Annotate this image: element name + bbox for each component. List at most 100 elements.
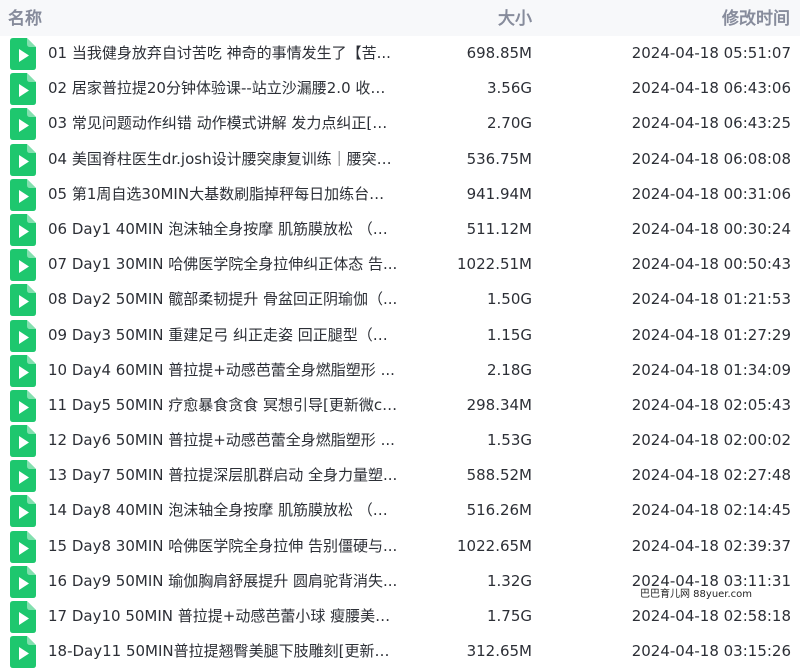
video-file-icon (10, 284, 36, 317)
file-row[interactable]: 07 Day1 30MIN 哈佛医学院全身拉伸纠正体态 告... 1022.51M… (0, 247, 800, 282)
file-modified-time: 2024-04-18 02:00:02 (631, 431, 791, 450)
file-modified-time: 2024-04-18 03:15:26 (631, 642, 791, 661)
file-row[interactable]: 13 Day7 50MIN 普拉提深层肌群启动 全身力量塑... 588.52M 2… (0, 458, 800, 493)
video-file-icon-graphic (10, 108, 36, 141)
video-file-icon (10, 213, 36, 246)
video-file-icon-graphic (10, 178, 36, 211)
file-modified-time: 2024-04-18 06:43:25 (631, 114, 791, 133)
file-row[interactable]: 15 Day8 30MIN 哈佛医学院全身拉伸 告别僵硬与... 1022.65M… (0, 529, 800, 564)
file-size: 588.52M (466, 466, 532, 485)
file-size: 3.56G (486, 79, 532, 98)
video-file-icon-graphic (10, 460, 36, 493)
file-name[interactable]: 08 Day2 50MIN 髋部柔韧提升 骨盆回正阴瑜伽（... (48, 289, 398, 309)
file-modified-time: 2024-04-18 00:30:24 (631, 219, 791, 238)
video-file-icon (10, 178, 36, 211)
file-name[interactable]: 14 Day8 40MIN 泡沫轴全身按摩 肌筋膜放松 （复... (48, 500, 398, 520)
file-modified-time: 2024-04-18 06:08:08 (631, 149, 791, 168)
file-row[interactable]: 02 居家普拉提20分钟体验课--站立沙漏腰2.0 收出... 3.56G 2024… (0, 71, 800, 106)
file-row[interactable]: 12 Day6 50MIN 普拉提+动感芭蕾全身燃脂塑形 ... 1.53G 202… (0, 423, 800, 458)
file-row[interactable]: 18-Day11 50MIN普拉提翘臀美腿下肢雕刻[更新微... 312.65M 2… (0, 634, 800, 669)
video-file-icon-graphic (10, 636, 36, 669)
video-file-icon-graphic (10, 495, 36, 528)
file-name[interactable]: 03 常见问题动作纠错 动作模式讲解 发力点纠正[更... (48, 113, 398, 133)
file-size: 516.26M (466, 501, 532, 520)
video-file-icon-graphic (10, 38, 36, 70)
file-name[interactable]: 07 Day1 30MIN 哈佛医学院全身拉伸纠正体态 告... (48, 254, 398, 274)
file-name[interactable]: 13 Day7 50MIN 普拉提深层肌群启动 全身力量塑... (48, 465, 398, 485)
file-row[interactable]: 17 Day10 50MIN 普拉提+动感芭蕾小球 瘦腰美背... 1.75G 20… (0, 599, 800, 634)
file-modified-time: 2024-04-18 00:31:06 (631, 184, 791, 203)
watermark-text: 巴巴育儿网 88yuer.com (638, 589, 755, 601)
column-header-size[interactable]: 大小 (498, 8, 532, 30)
file-name[interactable]: 18-Day11 50MIN普拉提翘臀美腿下肢雕刻[更新微... (48, 641, 398, 661)
video-file-icon-graphic (10, 425, 36, 458)
video-file-icon (10, 38, 36, 70)
file-list-header: 名称 大小 修改时间 (0, 0, 800, 36)
file-size: 511.12M (466, 219, 532, 238)
file-name[interactable]: 01 当我健身放弃自讨苦吃 神奇的事情发生了【苦... (48, 43, 398, 63)
file-size: 1.32G (486, 571, 532, 590)
column-header-modified-time[interactable]: 修改时间 (722, 8, 790, 30)
file-name[interactable]: 12 Day6 50MIN 普拉提+动感芭蕾全身燃脂塑形 ... (48, 430, 398, 450)
video-file-icon-graphic (10, 213, 36, 246)
file-size: 1.53G (486, 431, 532, 450)
video-file-icon (10, 460, 36, 493)
file-size: 1.75G (486, 607, 532, 625)
video-file-icon (10, 354, 36, 387)
video-file-icon (10, 565, 36, 598)
file-row[interactable]: 06 Day1 40MIN 泡沫轴全身按摩 肌筋膜放松 （生... 511.12M… (0, 212, 800, 247)
video-file-icon (10, 319, 36, 352)
file-size: 698.85M (466, 44, 532, 62)
file-row[interactable]: 01 当我健身放弃自讨苦吃 神奇的事情发生了【苦... 698.85M 2024-0… (0, 36, 800, 71)
column-header-name[interactable]: 名称 (8, 8, 42, 30)
file-modified-time: 2024-04-18 02:27:48 (631, 466, 791, 485)
file-size: 941.94M (466, 184, 532, 203)
file-name[interactable]: 06 Day1 40MIN 泡沫轴全身按摩 肌筋膜放松 （生... (48, 219, 398, 239)
file-modified-time: 2024-04-18 01:27:29 (631, 325, 791, 344)
file-size: 1022.51M (457, 255, 532, 274)
file-row[interactable]: 11 Day5 50MIN 疗愈暴食贪食 冥想引导[更新微co... 298.34… (0, 388, 800, 423)
file-size: 1.50G (486, 290, 532, 309)
file-name[interactable]: 05 第1周自选30MIN大基数刷脂掉秤每日加练台阶... (48, 184, 398, 204)
video-file-icon-graphic (10, 319, 36, 352)
file-row[interactable]: 09 Day3 50MIN 重建足弓 纠正走姿 回正腿型（生... 1.15G 20… (0, 318, 800, 353)
file-name[interactable]: 15 Day8 30MIN 哈佛医学院全身拉伸 告别僵硬与... (48, 536, 398, 556)
file-row[interactable]: 10 Day4 60MIN 普拉提+动感芭蕾全身燃脂塑形 ... 2.18G 202… (0, 353, 800, 388)
file-modified-time: 2024-04-18 02:39:37 (631, 536, 791, 555)
video-file-icon (10, 249, 36, 282)
video-file-icon-graphic (10, 73, 36, 106)
video-file-icon-graphic (10, 249, 36, 282)
video-file-icon (10, 636, 36, 669)
file-modified-time: 2024-04-18 06:43:06 (631, 79, 791, 98)
video-file-icon (10, 425, 36, 458)
file-name[interactable]: 09 Day3 50MIN 重建足弓 纠正走姿 回正腿型（生... (48, 325, 398, 345)
file-modified-time: 2024-04-18 05:51:07 (631, 44, 791, 62)
video-file-icon (10, 495, 36, 528)
video-file-icon (10, 143, 36, 176)
video-file-icon (10, 601, 36, 633)
file-name[interactable]: 10 Day4 60MIN 普拉提+动感芭蕾全身燃脂塑形 ... (48, 360, 398, 380)
file-row[interactable]: 08 Day2 50MIN 髋部柔韧提升 骨盆回正阴瑜伽（... 1.50G 202… (0, 282, 800, 317)
file-row[interactable]: 04 美国脊柱医生dr.josh设计腰突康复训练｜腰突人... 536.75M 20… (0, 142, 800, 177)
video-file-icon-graphic (10, 284, 36, 317)
file-row[interactable]: 05 第1周自选30MIN大基数刷脂掉秤每日加练台阶... 941.94M 2024… (0, 177, 800, 212)
file-modified-time: 2024-04-18 03:11:31 (631, 571, 791, 590)
file-modified-time: 2024-04-18 00:50:43 (631, 255, 791, 274)
file-modified-time: 2024-04-18 02:58:18 (631, 607, 791, 625)
file-size: 1022.65M (457, 536, 532, 555)
file-name[interactable]: 02 居家普拉提20分钟体验课--站立沙漏腰2.0 收出... (48, 78, 398, 98)
video-file-icon-graphic (10, 143, 36, 176)
file-modified-time: 2024-04-18 01:21:53 (631, 290, 791, 309)
file-name[interactable]: 16 Day9 50MIN 瑜伽胸肩舒展提升 圆肩驼背消失... (48, 571, 398, 591)
file-name[interactable]: 17 Day10 50MIN 普拉提+动感芭蕾小球 瘦腰美背... (48, 606, 398, 626)
file-size: 536.75M (466, 149, 532, 168)
file-row[interactable]: 03 常见问题动作纠错 动作模式讲解 发力点纠正[更... 2.70G 2024-0… (0, 106, 800, 141)
file-name[interactable]: 04 美国脊柱医生dr.josh设计腰突康复训练｜腰突人... (48, 149, 398, 169)
video-file-icon-graphic (10, 601, 36, 633)
file-row[interactable]: 14 Day8 40MIN 泡沫轴全身按摩 肌筋膜放松 （复... 516.26M… (0, 493, 800, 528)
file-modified-time: 2024-04-18 02:14:45 (631, 501, 791, 520)
file-size: 2.18G (486, 360, 532, 379)
file-list: 01 当我健身放弃自讨苦吃 神奇的事情发生了【苦... 698.85M 2024-0… (0, 36, 800, 669)
file-name[interactable]: 11 Day5 50MIN 疗愈暴食贪食 冥想引导[更新微co... (48, 395, 398, 415)
file-size: 1.15G (486, 325, 532, 344)
